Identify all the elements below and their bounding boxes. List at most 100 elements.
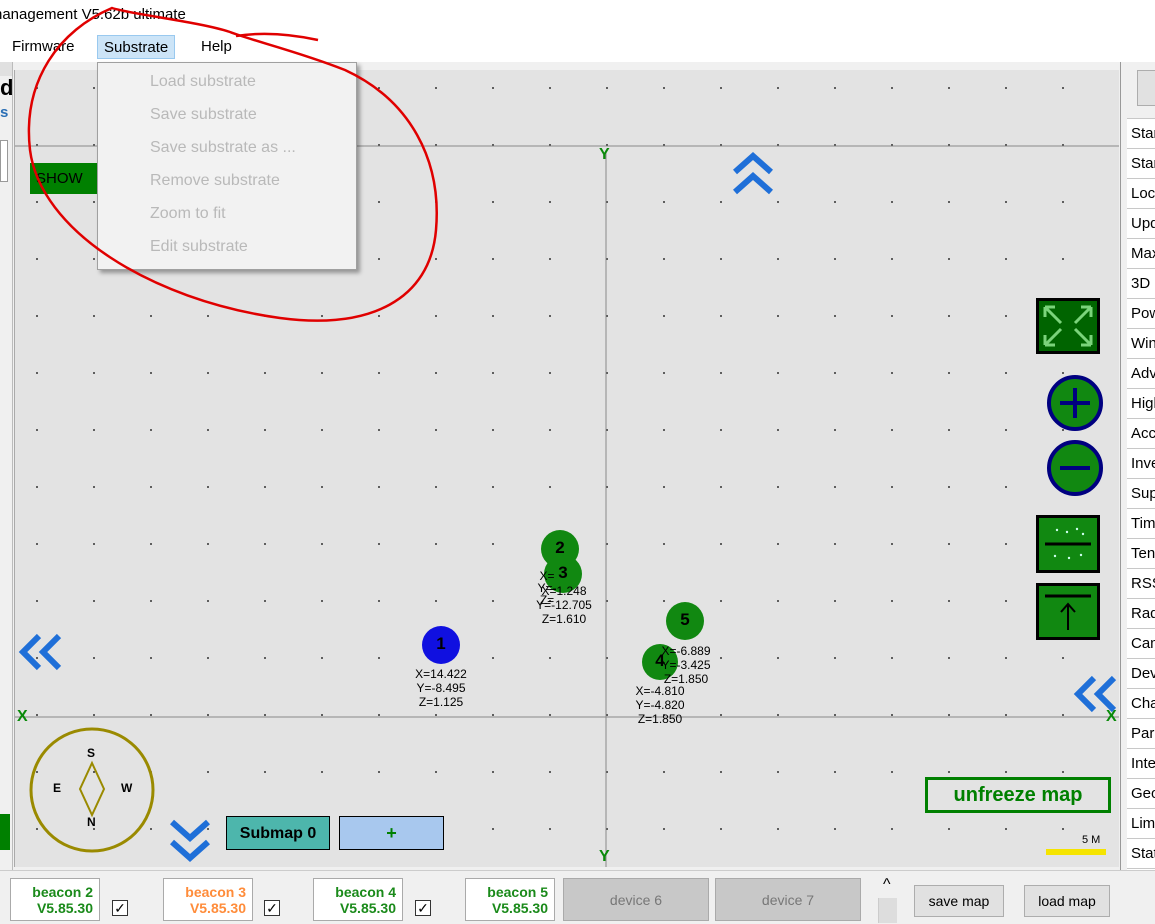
beacon-5-id: 5	[680, 610, 690, 629]
beacon-4-z: Z=1.850	[637, 712, 683, 726]
submap-tab[interactable]: Submap 0	[226, 816, 330, 850]
device-6-card[interactable]: device 6	[563, 878, 709, 921]
menu-substrate[interactable]: Substrate	[97, 35, 176, 59]
compass-west: W	[121, 781, 133, 795]
scroll-right-panel-icon[interactable]	[1072, 674, 1119, 714]
expand-icon	[1043, 305, 1093, 347]
settings-item-19[interactable]: Cha	[1127, 688, 1155, 718]
beacon-5-y: Y=-3.425	[661, 658, 711, 672]
scroll-down-icon[interactable]	[169, 818, 211, 864]
beacon-3-card[interactable]: beacon 3 V5.85.30	[163, 878, 253, 921]
settings-item-8[interactable]: Adv	[1127, 358, 1155, 388]
scroll-left-icon[interactable]	[17, 632, 65, 672]
beacon-1-coords: X=14.422 Y=-8.495 Z=1.125	[405, 667, 477, 709]
beacon-4-name: beacon 4	[335, 884, 396, 900]
grid-toggle-button[interactable]	[1036, 515, 1100, 573]
settings-item-10[interactable]: Acc	[1127, 418, 1155, 448]
left-panel	[0, 62, 13, 870]
settings-item-21[interactable]: Inte	[1127, 748, 1155, 778]
beacon-5-version: V5.85.30	[491, 900, 548, 916]
beacon-marker-5[interactable]: 5	[665, 602, 705, 642]
settings-item-23[interactable]: Limi	[1127, 808, 1155, 838]
beacon-4-card[interactable]: beacon 4 V5.85.30	[313, 878, 403, 921]
beacon-3-name: beacon 3	[185, 884, 246, 900]
y-axis-label-bottom: Y	[599, 848, 610, 865]
y-axis-label-top: Y	[599, 146, 610, 163]
load-substrate-item[interactable]: Load substrate	[150, 73, 256, 91]
beacon-5-coords: X=-6.889 Y=-3.425 Z=1.850	[653, 644, 719, 686]
zoom-out-button[interactable]	[1046, 439, 1104, 497]
load-map-button[interactable]: load map	[1024, 885, 1110, 917]
show-button[interactable]: SHOW	[30, 163, 98, 194]
settings-item-2[interactable]: Loc	[1127, 178, 1155, 208]
menu-bar: Firmware Substrate Help	[0, 32, 1155, 62]
beacon-marker-1[interactable]: 1	[421, 625, 461, 665]
left-panel-link[interactable]: s	[0, 104, 8, 121]
settings-item-6[interactable]: Pow	[1127, 298, 1155, 328]
zoom-to-fit-item[interactable]: Zoom to fit	[150, 205, 226, 223]
vertical-scrollbar[interactable]	[878, 898, 897, 923]
beacon-5-name: beacon 5	[487, 884, 548, 900]
scale-label: 5 M	[1082, 834, 1101, 846]
left-panel-heading: d	[0, 75, 14, 100]
beacon-5-card[interactable]: beacon 5 V5.85.30	[465, 878, 555, 921]
save-substrate-as-item[interactable]: Save substrate as ...	[150, 139, 296, 157]
unfreeze-map-button[interactable]: unfreeze map	[925, 777, 1111, 813]
beacon-2-card[interactable]: beacon 2 V5.85.30	[10, 878, 100, 921]
settings-item-5[interactable]: 3D	[1127, 268, 1155, 298]
save-map-button[interactable]: save map	[914, 885, 1004, 917]
left-panel-button[interactable]	[0, 140, 8, 182]
settings-item-9[interactable]: High	[1127, 388, 1155, 418]
beacon-1-y: Y=-8.495	[416, 681, 466, 695]
arrow-up-bar-icon	[1045, 594, 1091, 630]
title-bar: nanagement V5.62b ultimate	[0, 0, 1155, 32]
beacon-3-version: V5.85.30	[189, 900, 246, 916]
settings-item-13[interactable]: Tim	[1127, 508, 1155, 538]
settings-item-20[interactable]: Para	[1127, 718, 1155, 748]
beacon-3-checkbox[interactable]: ✓	[264, 900, 280, 916]
settings-item-1[interactable]: Star	[1127, 148, 1155, 178]
settings-item-4[interactable]: Max	[1127, 238, 1155, 268]
menu-firmware[interactable]: Firmware	[6, 35, 81, 59]
edit-substrate-item[interactable]: Edit substrate	[150, 238, 248, 256]
menu-help[interactable]: Help	[195, 35, 238, 59]
x-axis-label-left: X	[17, 708, 28, 725]
beacon-1-id: 1	[436, 634, 446, 653]
scroll-up-small-icon[interactable]: ^	[883, 876, 891, 894]
settings-item-3[interactable]: Upd	[1127, 208, 1155, 238]
settings-item-24[interactable]: Stat	[1127, 838, 1155, 868]
beacon-4-coords: X=-4.810 Y=-4.820 Z=1.850	[627, 684, 693, 726]
settings-item-0[interactable]: Star	[1127, 118, 1155, 148]
settings-item-18[interactable]: Dev	[1127, 658, 1155, 688]
beacon-2-name: beacon 2	[32, 884, 93, 900]
beacon-5-x: X=-6.889	[661, 644, 711, 658]
beacon-1-z: Z=1.125	[418, 695, 464, 709]
settings-item-16[interactable]: Rad	[1127, 598, 1155, 628]
remove-substrate-item[interactable]: Remove substrate	[150, 172, 280, 190]
beacon-4-checkbox[interactable]: ✓	[415, 900, 431, 916]
compass-east: E	[53, 781, 62, 795]
settings-item-7[interactable]: Win	[1127, 328, 1155, 358]
beacon-4-x: X=-4.810	[635, 684, 685, 698]
save-substrate-item[interactable]: Save substrate	[150, 106, 257, 124]
right-settings-panel: StarStarLocUpdMax3DPowWinAdvHighAccInveS…	[1120, 62, 1155, 870]
scroll-up-icon[interactable]	[732, 150, 774, 198]
settings-item-11[interactable]: Inve	[1127, 448, 1155, 478]
settings-item-22[interactable]: Geo	[1127, 778, 1155, 808]
beacon-3-y: Y=-12.705	[536, 598, 592, 612]
right-panel-top-button[interactable]	[1137, 70, 1155, 106]
add-submap-button[interactable]: +	[339, 816, 444, 850]
beacon-2-checkbox[interactable]: ✓	[112, 900, 128, 916]
device-7-card[interactable]: device 7	[715, 878, 861, 921]
settings-item-17[interactable]: Cam	[1127, 628, 1155, 658]
settings-item-14[interactable]: Ten	[1127, 538, 1155, 568]
zoom-in-button[interactable]	[1046, 374, 1104, 432]
beacon-4-y: Y=-4.820	[635, 698, 685, 712]
compass-north: N	[87, 815, 96, 829]
top-view-button[interactable]	[1036, 583, 1100, 640]
settings-item-15[interactable]: RSS	[1127, 568, 1155, 598]
zoom-fit-button[interactable]	[1036, 298, 1100, 354]
left-panel-edge	[0, 62, 12, 76]
settings-item-12[interactable]: Sup	[1127, 478, 1155, 508]
scale-bar	[1046, 849, 1106, 855]
